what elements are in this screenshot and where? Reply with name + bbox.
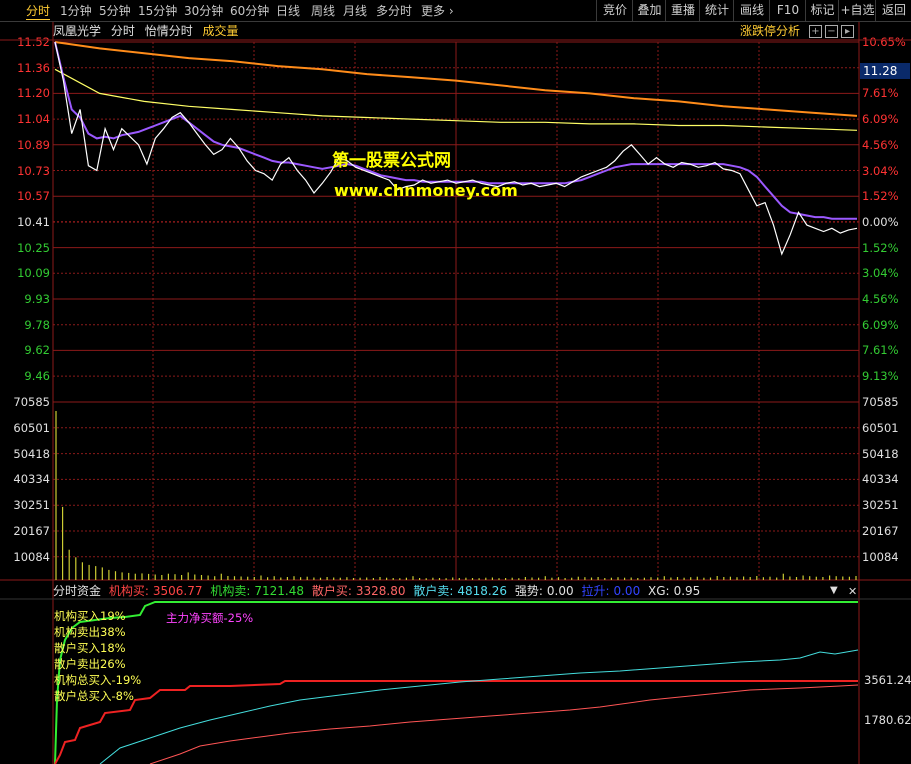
legend-retail-total: 散户总买入-8% [54,689,134,703]
legend-inst-sell: 机构卖出38% [54,625,126,639]
pull-value: 0.00 [613,584,641,598]
retail-sell-curve [99,649,859,764]
strength-value: 0.00 [546,584,574,598]
intraday-chart [0,22,911,764]
indicator-header: 分时资金 机构买: 3506.77 机构卖: 7121.48 散户买: 3328.80… [53,583,704,599]
inst-sell-label: 机构卖: [210,584,251,598]
retail-buy-value: 3328.80 [355,584,406,598]
legend-inst-total: 机构总买入-19% [54,673,142,687]
watermark-url: www.chnmoney.com [334,181,518,200]
legend-inst-buy: 机构买入19% [54,609,126,623]
inst-buy-value: 3506.77 [152,584,203,598]
main-net-label: 主力净买额-25% [166,611,254,625]
legend-retail-sell: 散户卖出26% [54,657,126,671]
inst-buy-curve [54,601,858,764]
watermark-title: 第一股票公式网 [332,151,451,171]
legend-retail-buy: 散户买入18% [54,641,126,655]
retail-buy-curve [149,684,859,764]
close-icon[interactable]: ✕ [848,585,857,598]
inst-sell-value: 7121.48 [254,584,305,598]
indicator-axis-mid: 1780.62 [864,713,911,727]
retail-buy-label: 散户买: [311,584,352,598]
inst-buy-label: 机构买: [108,584,149,598]
dropdown-icon[interactable]: ▼ [830,585,838,596]
xg-label: XG: [648,584,670,598]
retail-sell-label: 散户卖: [413,584,454,598]
xg-value: 0.95 [673,584,701,598]
pull-label: 拉升: [581,584,610,598]
strength-label: 强势: [514,584,543,598]
indicator-axis-top: 3561.24 [864,673,911,687]
inst-sell-curve [54,680,858,764]
indicator-name[interactable]: 分时资金 [53,584,101,598]
retail-sell-value: 4818.26 [457,584,508,598]
